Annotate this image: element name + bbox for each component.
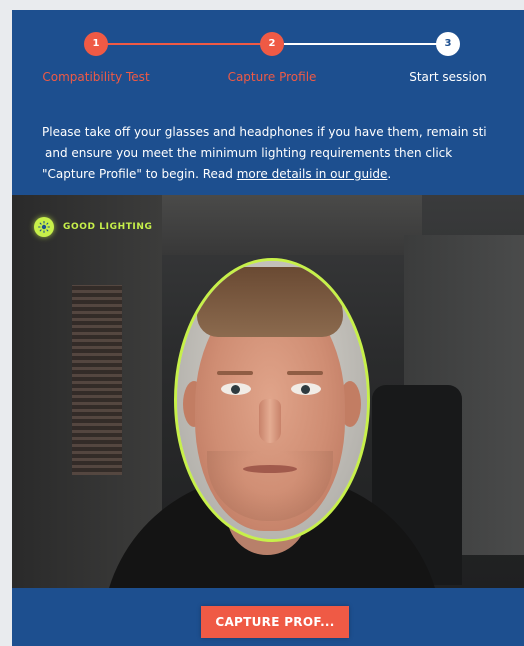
lighting-status-label: GOOD LIGHTING	[63, 222, 153, 232]
instructions-text: Please take off your glasses and headpho…	[42, 122, 524, 185]
instructions-line-1: Please take off your glasses and headpho…	[42, 125, 487, 139]
step-3-label: Start session	[409, 70, 487, 84]
lighting-indicator: GOOD LIGHTING	[34, 217, 153, 237]
instructions-line-3-text: "Capture Profile" to begin. Read	[42, 167, 237, 181]
capture-profile-app: 1 2 3 Compatibility Test Capture Profile…	[12, 10, 524, 646]
progress-stepper: 1 2 3 Compatibility Test Capture Profile…	[12, 10, 524, 110]
action-bar: CAPTURE PROF...	[12, 588, 524, 646]
user-eye-left	[221, 383, 251, 395]
step-3-indicator: 3	[436, 32, 460, 56]
step-connector-pending	[284, 43, 442, 45]
instructions-line-2: and ensure you meet the minimum lighting…	[45, 146, 453, 160]
background-ceiling	[122, 195, 422, 255]
step-connector-complete	[96, 43, 272, 45]
step-2-indicator: 2	[260, 32, 284, 56]
step-2-label: Capture Profile	[227, 70, 317, 84]
background-window-blind	[72, 285, 122, 475]
user-mouth	[243, 465, 297, 473]
user-eye-right	[291, 383, 321, 395]
step-1-indicator: 1	[84, 32, 108, 56]
guide-link[interactable]: more details in our guide	[237, 167, 388, 181]
capture-profile-button[interactable]: CAPTURE PROF...	[201, 606, 349, 638]
user-brow-right	[287, 371, 323, 375]
face-guide-oval	[174, 258, 370, 542]
instructions-line-3: "Capture Profile" to begin. Read more de…	[42, 164, 524, 185]
camera-preview: GOOD LIGHTING	[12, 195, 524, 588]
instructions-line-3-end: .	[387, 167, 392, 181]
user-nose	[259, 399, 281, 443]
step-1-label: Compatibility Test	[42, 70, 150, 84]
user-brow-left	[217, 371, 253, 375]
sun-icon-glyph	[38, 221, 50, 233]
sun-icon	[34, 217, 54, 237]
user-hair	[197, 267, 343, 337]
